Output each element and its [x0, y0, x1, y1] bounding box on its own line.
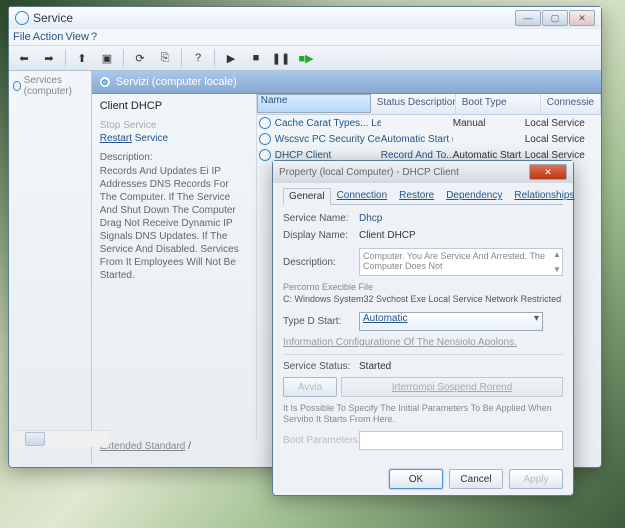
menu-action[interactable]: Action — [33, 31, 64, 43]
ok-button[interactable]: OK — [389, 469, 443, 489]
control-buttons-group[interactable]: Irterrompi Sospend Rorend — [341, 377, 563, 397]
location-label: Servizi (computer locale) — [116, 76, 237, 88]
tree-pane[interactable]: Services (computer) — [9, 71, 92, 463]
maximize-button[interactable]: ▢ — [542, 10, 568, 26]
properties-button[interactable]: ▣ — [96, 47, 118, 69]
start-type-label: Type D Start: — [283, 316, 359, 327]
tree-root[interactable]: Services (computer) — [13, 75, 87, 97]
selected-service-name: Client DHCP — [100, 100, 248, 112]
location-icon: ⚙ — [100, 77, 110, 87]
status-label: Service Status: — [283, 361, 359, 372]
display-name-label: Display Name: — [283, 230, 359, 241]
tree-root-label: Services (computer) — [24, 75, 87, 97]
toolbar: ⬅ ➡ ⬆ ▣ ⟳ ⎘ ? ▶ ■ ❚❚ ■▶ — [9, 45, 601, 71]
desc-text: Records And Updates Ei IP Addresses DNS … — [100, 165, 248, 282]
properties-dialog: Property (local Computer) - DHCP Client … — [272, 160, 574, 496]
dialog-titlebar[interactable]: Property (local Computer) - DHCP Client … — [273, 161, 573, 183]
menu-view[interactable]: View — [65, 31, 89, 43]
list-row[interactable]: Wscsvc PC Security Center (C...Automatic… — [257, 131, 601, 147]
boot-params-input[interactable] — [359, 431, 563, 450]
minimize-button[interactable]: — — [515, 10, 541, 26]
tab-restore[interactable]: Restore — [393, 187, 440, 204]
description-box[interactable]: Computer. You Are Service And Arrested. … — [359, 248, 563, 276]
service-icon — [13, 81, 21, 91]
list-header: Name Status Description Boot Type Connes… — [257, 94, 601, 115]
window-title: Service — [33, 11, 511, 25]
tab-relationships[interactable]: Relationships — [508, 187, 580, 204]
path-value: C: Windows System32 Svchost Exe Local Se… — [283, 294, 563, 304]
start-type-select[interactable]: Automatic▾ — [359, 312, 543, 331]
tab-general[interactable]: General — [283, 188, 331, 205]
menu-file[interactable]: File — [13, 31, 31, 43]
detail-pane: Client DHCP Stop Service Restart Service… — [92, 94, 257, 439]
gear-icon — [259, 149, 271, 161]
refresh-button[interactable]: ⟳ — [129, 47, 151, 69]
dialog-footer: OK Cancel Apply — [389, 469, 563, 489]
location-bar: ⚙ Servizi (computer locale) — [92, 71, 601, 94]
menubar: File Action View ? — [9, 29, 601, 45]
desc-heading: Description: — [100, 152, 248, 163]
status-value: Started — [359, 361, 391, 372]
dialog-body: General Connection Restore Dependency Re… — [273, 183, 573, 459]
restart-link[interactable]: Restart Service — [100, 133, 248, 144]
app-icon — [15, 11, 29, 25]
help-button[interactable]: ? — [187, 47, 209, 69]
path-label: Percorno Execible File — [283, 282, 563, 292]
window-buttons: — ▢ ✕ — [515, 10, 595, 26]
scrollbar-thumb[interactable] — [25, 432, 45, 446]
col-conn[interactable]: Connessie — [541, 94, 601, 114]
back-button[interactable]: ⬅ — [13, 47, 35, 69]
parameters-note: It Is Possible To Specify The Initial Pa… — [283, 403, 563, 425]
forward-button[interactable]: ➡ — [38, 47, 60, 69]
tab-row: General Connection Restore Dependency Re… — [283, 187, 563, 205]
service-name-value: Dhcp — [359, 213, 563, 224]
dialog-title: Property (local Computer) - DHCP Client — [279, 167, 525, 178]
tab-connection[interactable]: Connection — [331, 187, 394, 204]
display-name-value: Client DHCP — [359, 230, 563, 241]
stop-link: Stop Service — [100, 120, 248, 131]
tree-hscroll[interactable] — [13, 430, 109, 447]
service-name-label: Service Name: — [283, 213, 359, 224]
gear-icon — [259, 117, 271, 129]
dialog-close-button[interactable]: ✕ — [529, 164, 567, 180]
scroll-up-icon[interactable]: ▲ — [553, 250, 561, 259]
gear-icon — [259, 133, 271, 145]
chevron-down-icon: ▾ — [534, 313, 539, 324]
close-button[interactable]: ✕ — [569, 10, 595, 26]
avvia-button: Avvia — [283, 377, 337, 397]
menu-help[interactable]: ? — [91, 31, 97, 43]
stop-button[interactable]: ■ — [245, 47, 267, 69]
info-text: Information Configuratione Of The Nensio… — [283, 337, 563, 348]
col-boot[interactable]: Boot Type — [456, 94, 541, 114]
tab-dependency[interactable]: Dependency — [440, 187, 508, 204]
play-button[interactable]: ▶ — [220, 47, 242, 69]
scroll-down-icon[interactable]: ▼ — [553, 265, 561, 274]
export-button[interactable]: ⎘ — [154, 47, 176, 69]
list-row[interactable]: Cache Carat Types... Lets... -ManualLoca… — [257, 115, 601, 131]
restart-button[interactable]: ■▶ — [295, 47, 317, 69]
cancel-button[interactable]: Cancel — [449, 469, 503, 489]
apply-button[interactable]: Apply — [509, 469, 563, 489]
up-button[interactable]: ⬆ — [71, 47, 93, 69]
titlebar[interactable]: Service — ▢ ✕ — [9, 7, 601, 29]
description-label: Description: — [283, 257, 359, 268]
col-name[interactable]: Name — [257, 94, 371, 113]
boot-params-label: Boot Parameters — [283, 435, 359, 446]
col-status[interactable]: Status Description — [371, 94, 456, 114]
pause-button[interactable]: ❚❚ — [270, 47, 292, 69]
